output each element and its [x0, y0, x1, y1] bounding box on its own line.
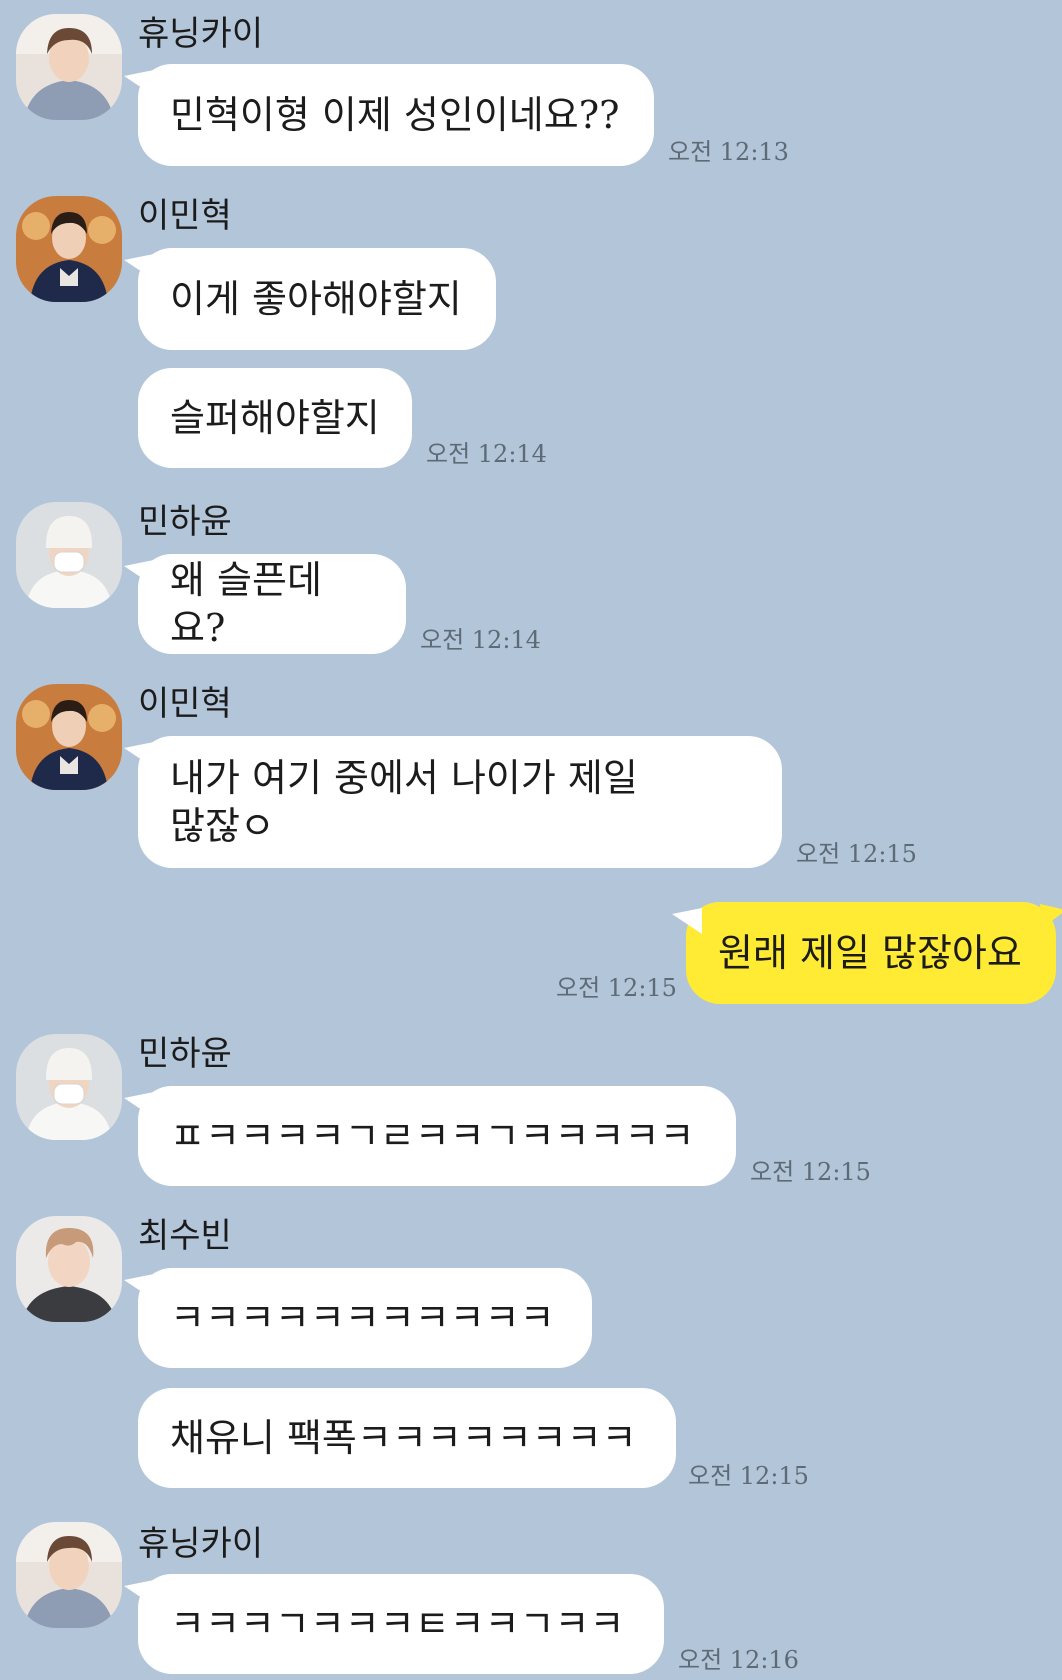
sender-name: 민하윤 [138, 502, 232, 542]
profile-photo-icon [16, 684, 122, 790]
message-time: 오전 12:15 [556, 974, 677, 1002]
avatar-lee-minhyuk[interactable] [16, 684, 122, 790]
my-message-bubble[interactable]: 원래 제일 많잖아요 [672, 902, 1062, 1004]
avatar-min-hayoon[interactable] [16, 502, 122, 608]
message-bubble[interactable]: 이게 좋아해야할지 [124, 248, 496, 350]
profile-photo-icon [16, 1216, 122, 1322]
message-time: 오전 12:13 [668, 138, 789, 166]
message-bubble[interactable]: 민혁이형 이제 성인이네요?? [124, 64, 654, 166]
profile-photo-icon [16, 1034, 122, 1140]
message-bubble[interactable]: ㅋㅋㅋㅋㅋㅋㅋㅋㅋㅋㅋ [124, 1268, 592, 1368]
message-bubble[interactable]: 채유니 팩폭ㅋㅋㅋㅋㅋㅋㅋㅋ [138, 1388, 676, 1488]
sender-name: 최수빈 [138, 1216, 232, 1256]
message-time: 오전 12:14 [420, 626, 541, 654]
avatar-choi-soobin[interactable] [16, 1216, 122, 1322]
message-bubble[interactable]: 슬퍼해야할지 [138, 368, 412, 468]
avatar-min-hayoon[interactable] [16, 1034, 122, 1140]
sender-name: 이민혁 [138, 684, 232, 724]
chat-room: 휴닝카이 민혁이형 이제 성인이네요?? 오전 12:13 이민혁 이게 좋아해… [0, 0, 1062, 1680]
avatar-lee-minhyuk[interactable] [16, 196, 122, 302]
message-bubble[interactable]: 왜 슬픈데요? [124, 554, 406, 654]
message-time: 오전 12:15 [688, 1462, 809, 1490]
profile-photo-icon [16, 14, 122, 120]
avatar-huening-kai[interactable] [16, 1522, 122, 1628]
message-bubble[interactable]: ㅋㅋㅋㄱㅋㅋㅋㅌㅋㅋㄱㅋㅋ [124, 1574, 664, 1674]
message-time: 오전 12:15 [796, 840, 917, 868]
message-bubble[interactable]: 내가 여기 중에서 나이가 제일 많잖ㅇ [124, 736, 782, 868]
message-time: 오전 12:16 [678, 1646, 799, 1674]
profile-photo-icon [16, 502, 122, 608]
message-bubble[interactable]: ㅍㅋㅋㅋㅋㄱㄹㅋㅋㄱㅋㅋㅋㅋㅋ [124, 1086, 736, 1186]
profile-photo-icon [16, 196, 122, 302]
sender-name: 이민혁 [138, 196, 232, 236]
sender-name: 민하윤 [138, 1034, 232, 1074]
sender-name: 휴닝카이 [138, 1524, 264, 1564]
profile-photo-icon [16, 1522, 122, 1628]
avatar-huening-kai[interactable] [16, 14, 122, 120]
sender-name: 휴닝카이 [138, 14, 264, 54]
message-time: 오전 12:15 [750, 1158, 871, 1186]
message-time: 오전 12:14 [426, 440, 547, 468]
